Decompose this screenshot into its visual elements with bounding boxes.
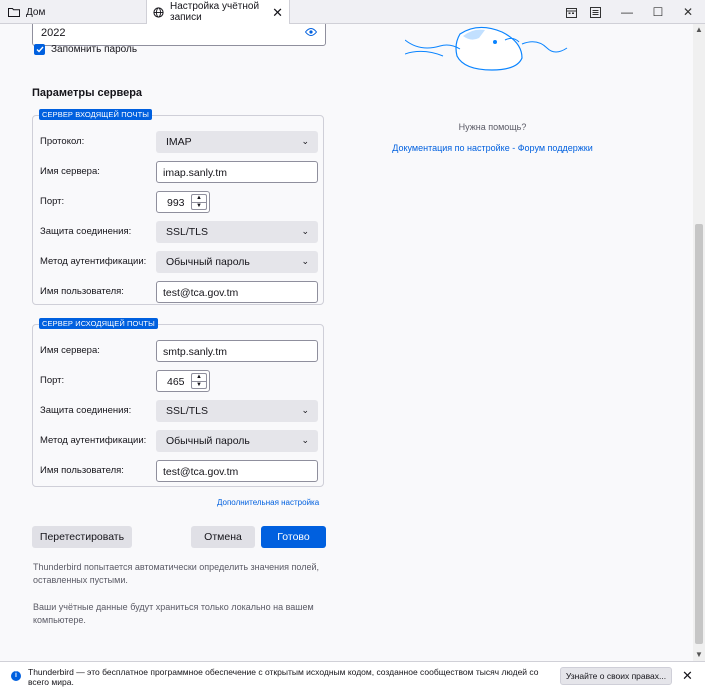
outgoing-port-input[interactable]: 465 ▲ ▼ bbox=[156, 370, 210, 392]
incoming-server-name-label: Имя сервера: bbox=[40, 166, 100, 177]
incoming-port-row: Порт: 993 ▲ ▼ bbox=[33, 191, 323, 213]
outgoing-server-name-row: Имя сервера: smtp.sanly.tm bbox=[33, 340, 323, 362]
notification-text: Thunderbird — это бесплатное программное… bbox=[28, 667, 539, 687]
incoming-server-name-input[interactable]: imap.sanly.tm bbox=[156, 161, 318, 183]
spin-down-icon[interactable]: ▼ bbox=[192, 202, 206, 209]
advanced-config-link[interactable]: Дополнительная настройка bbox=[217, 498, 319, 507]
outgoing-auth-row: Метод аутентификации: Обычный пароль ⌄ bbox=[33, 430, 323, 452]
incoming-port-input[interactable]: 993 ▲ ▼ bbox=[156, 191, 210, 213]
port-spinner[interactable]: ▲ ▼ bbox=[191, 373, 207, 389]
outgoing-port-value: 465 bbox=[167, 376, 185, 388]
info-icon: i bbox=[11, 671, 21, 681]
tab-account-setup[interactable]: Настройка учётной записи ✕ bbox=[146, 0, 290, 24]
show-password-eye-icon[interactable] bbox=[305, 28, 317, 36]
tab-home-label: Дом bbox=[26, 6, 46, 18]
incoming-security-select[interactable]: SSL/TLS ⌄ bbox=[156, 221, 318, 243]
incoming-server-name-row: Имя сервера: imap.sanly.tm bbox=[33, 161, 323, 183]
incoming-port-value: 993 bbox=[167, 197, 185, 209]
tab-close-icon[interactable]: ✕ bbox=[272, 6, 283, 19]
chevron-down-icon: ⌄ bbox=[301, 256, 309, 266]
notification-bar: i Thunderbird — это бесплатное программн… bbox=[0, 661, 705, 688]
incoming-auth-select[interactable]: Обычный пароль ⌄ bbox=[156, 251, 318, 273]
close-window-button[interactable]: ✕ bbox=[673, 0, 703, 24]
protocol-row: Протокол: IMAP ⌄ bbox=[33, 131, 323, 153]
outgoing-user-input[interactable]: test@tca.gov.tm bbox=[156, 460, 318, 482]
incoming-auth-row: Метод аутентификации: Обычный пароль ⌄ bbox=[33, 251, 323, 273]
tasks-icon[interactable] bbox=[580, 0, 610, 24]
outgoing-security-row: Защита соединения: SSL/TLS ⌄ bbox=[33, 400, 323, 422]
port-spinner[interactable]: ▲ ▼ bbox=[191, 194, 207, 210]
password-value: 2022 bbox=[41, 27, 66, 39]
incoming-user-input[interactable]: test@tca.gov.tm bbox=[156, 281, 318, 303]
protocol-label: Протокол: bbox=[40, 136, 85, 147]
vertical-scrollbar[interactable]: ▲ ▼ bbox=[693, 24, 705, 661]
title-bar: Дом Настройка учётной записи ✕ — ☐ ✕ bbox=[0, 0, 705, 24]
spin-up-icon[interactable]: ▲ bbox=[192, 195, 206, 202]
incoming-security-value: SSL/TLS bbox=[166, 226, 209, 238]
outgoing-server-badge: СЕРВЕР ИСХОДЯЩЕЙ ПОЧТЫ bbox=[39, 318, 158, 329]
incoming-security-label: Защита соединения: bbox=[40, 226, 132, 237]
outgoing-port-row: Порт: 465 ▲ ▼ bbox=[33, 370, 323, 392]
help-title: Нужна помощь? bbox=[458, 122, 527, 132]
minimize-button[interactable]: — bbox=[612, 0, 642, 24]
incoming-server-badge: СЕРВЕР ВХОДЯЩЕЙ ПОЧТЫ bbox=[39, 109, 152, 120]
chevron-down-icon: ⌄ bbox=[301, 136, 309, 146]
spin-up-icon[interactable]: ▲ bbox=[192, 374, 206, 381]
remember-password-checkbox[interactable]: Запомнить пароль bbox=[34, 44, 137, 55]
checkbox-checked-icon[interactable] bbox=[34, 44, 45, 55]
outgoing-security-value: SSL/TLS bbox=[166, 405, 209, 417]
protocol-select[interactable]: IMAP ⌄ bbox=[156, 131, 318, 153]
tab-home[interactable]: Дом bbox=[4, 0, 144, 24]
know-your-rights-button[interactable]: Узнайте о своих правах... bbox=[560, 667, 672, 685]
outgoing-user-label: Имя пользователя: bbox=[40, 465, 124, 476]
outgoing-auth-select[interactable]: Обычный пароль ⌄ bbox=[156, 430, 318, 452]
tab-account-setup-label: Настройка учётной записи bbox=[170, 1, 260, 23]
protocol-value: IMAP bbox=[166, 136, 192, 148]
incoming-auth-value: Обычный пароль bbox=[166, 256, 250, 268]
server-params-title: Параметры сервера bbox=[32, 87, 143, 99]
outgoing-auth-value: Обычный пароль bbox=[166, 435, 250, 447]
scroll-down-icon[interactable]: ▼ bbox=[693, 649, 705, 661]
help-links[interactable]: Документация по настройке - Форум поддер… bbox=[380, 143, 605, 153]
incoming-user-row: Имя пользователя: test@tca.gov.tm bbox=[33, 281, 323, 303]
spin-down-icon[interactable]: ▼ bbox=[192, 381, 206, 388]
outgoing-auth-label: Метод аутентификации: bbox=[40, 435, 147, 446]
chevron-down-icon: ⌄ bbox=[301, 226, 309, 236]
scrollbar-thumb[interactable] bbox=[695, 224, 703, 644]
incoming-security-row: Защита соединения: SSL/TLS ⌄ bbox=[33, 221, 323, 243]
chevron-down-icon: ⌄ bbox=[301, 435, 309, 445]
outgoing-user-row: Имя пользователя: test@tca.gov.tm bbox=[33, 460, 323, 482]
folder-icon bbox=[8, 8, 20, 17]
autodetect-note: Thunderbird попытается автоматически опр… bbox=[33, 562, 319, 585]
incoming-auth-label: Метод аутентификации: bbox=[40, 256, 147, 267]
outgoing-security-label: Защита соединения: bbox=[40, 405, 132, 416]
maximize-button[interactable]: ☐ bbox=[643, 0, 673, 24]
globe-icon bbox=[153, 6, 164, 18]
local-storage-note: Ваши учётные данные будут храниться толь… bbox=[33, 602, 314, 625]
retest-button[interactable]: Перетестировать bbox=[32, 526, 132, 548]
outgoing-port-label: Порт: bbox=[40, 375, 65, 386]
cancel-button[interactable]: Отмена bbox=[191, 526, 255, 548]
thunderbird-mascot-illustration bbox=[405, 26, 568, 71]
outgoing-server-group: СЕРВЕР ИСХОДЯЩЕЙ ПОЧТЫ Имя сервера: smtp… bbox=[32, 318, 324, 487]
scroll-up-icon[interactable]: ▲ bbox=[693, 24, 705, 36]
incoming-user-label: Имя пользователя: bbox=[40, 286, 124, 297]
incoming-server-group: СЕРВЕР ВХОДЯЩЕЙ ПОЧТЫ Протокол: IMAP ⌄ И… bbox=[32, 109, 324, 305]
outgoing-server-name-input[interactable]: smtp.sanly.tm bbox=[156, 340, 318, 362]
done-button[interactable]: Готово bbox=[261, 526, 326, 548]
remember-password-label: Запомнить пароль bbox=[51, 44, 138, 55]
outgoing-security-select[interactable]: SSL/TLS ⌄ bbox=[156, 400, 318, 422]
chevron-down-icon: ⌄ bbox=[301, 405, 309, 415]
incoming-port-label: Порт: bbox=[40, 196, 65, 207]
outgoing-server-name-label: Имя сервера: bbox=[40, 345, 100, 356]
account-setup-page: 2022 Запомнить пароль Параметры сервера … bbox=[0, 24, 693, 661]
notification-close-icon[interactable]: ✕ bbox=[682, 668, 693, 684]
password-field[interactable]: 2022 bbox=[32, 24, 326, 46]
